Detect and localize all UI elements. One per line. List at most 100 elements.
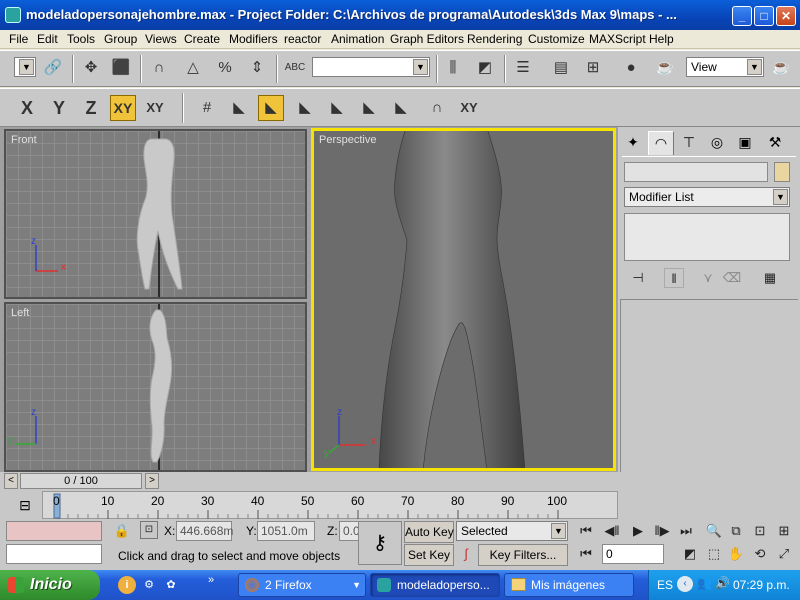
display-tab-icon[interactable]: ▣ <box>732 131 758 155</box>
zoom-extents-all-icon[interactable]: ⊞ <box>774 521 794 541</box>
menu-edit[interactable]: Edit <box>37 32 58 46</box>
object-name-field[interactable] <box>624 162 768 182</box>
app-quicklaunch-icon[interactable]: ✿ <box>162 576 180 594</box>
select-and-link-icon[interactable]: 🔗 <box>40 55 66 81</box>
3dsmax-app-icon[interactable] <box>5 7 21 23</box>
move-icon[interactable]: ✥ <box>78 55 104 81</box>
absolute-mode-icon[interactable]: ⊡ <box>140 521 158 539</box>
menu-reactor[interactable]: reactor <box>284 32 321 46</box>
snap-3d-icon[interactable]: ∩ <box>146 55 172 81</box>
zoom-all-icon[interactable]: ⧉ <box>726 521 746 541</box>
show-end-result-icon[interactable]: ‖ <box>664 268 684 288</box>
task-3dsmax[interactable]: modeladoperso... <box>370 573 500 597</box>
snap-midpoint-icon[interactable]: ◣ <box>324 95 350 121</box>
previous-frame-icon[interactable]: ◀‖ <box>602 521 622 541</box>
pin-stack-icon[interactable]: ⊣ <box>628 268 648 288</box>
create-tab-icon[interactable]: ✦ <box>620 131 646 155</box>
spinner-snap-icon[interactable]: ⇕ <box>244 55 270 81</box>
restrict-z-button[interactable]: Z <box>78 95 104 121</box>
menu-views[interactable]: Views <box>145 32 177 46</box>
zoom-extents-icon[interactable]: ⊡ <box>750 521 770 541</box>
restrict-y-button[interactable]: Y <box>46 95 72 121</box>
menu-file[interactable]: File <box>9 32 28 46</box>
y-coordinate-field[interactable]: 1051.0m <box>257 521 315 541</box>
maximize-button[interactable]: □ <box>754 6 774 26</box>
quicklaunch-more-icon[interactable]: » <box>208 574 214 586</box>
task-mis-imagenes[interactable]: Mis imágenes <box>504 573 634 597</box>
align-icon[interactable]: ◩ <box>472 55 498 81</box>
time-slider[interactable]: 0 / 100 <box>20 473 142 489</box>
menu-rendering[interactable]: Rendering <box>467 32 522 46</box>
menu-animation[interactable]: Animation <box>331 32 384 46</box>
arc-rotate-icon[interactable]: ⟲ <box>750 544 770 564</box>
make-unique-icon[interactable]: ⋎ <box>698 268 718 288</box>
current-frame-field[interactable]: 0 <box>602 544 664 564</box>
schematic-view-icon[interactable]: ⊞ <box>580 55 606 81</box>
default-tangents-icon[interactable]: ∫ <box>456 544 476 564</box>
slider-next-button[interactable]: > <box>145 473 159 489</box>
menu-tools[interactable]: Tools <box>67 32 95 46</box>
lock-selection-icon[interactable]: 🔒 <box>112 521 132 541</box>
front-viewport[interactable]: Front x z <box>4 129 307 299</box>
zoom-icon[interactable]: 🔍 <box>704 521 724 541</box>
configure-modifier-sets-icon[interactable]: ▦ <box>760 268 780 288</box>
task-firefox[interactable]: 2 Firefox ▼ <box>238 573 366 597</box>
modifier-stack-list[interactable] <box>624 213 790 261</box>
x-coordinate-field[interactable]: 446.668m <box>176 521 233 541</box>
slider-prev-button[interactable]: < <box>4 473 18 489</box>
snap-grid-icon[interactable]: # <box>194 95 220 121</box>
quick-render-icon[interactable]: ☕ <box>768 55 794 81</box>
pan-view-icon[interactable]: ✋ <box>726 544 746 564</box>
time-configuration-icon[interactable]: ◩ <box>680 544 700 564</box>
render-type-dropdown[interactable]: View ▼ <box>686 57 764 77</box>
menu-modifiers[interactable]: Modifiers <box>229 32 278 46</box>
close-button[interactable]: ✕ <box>776 6 796 26</box>
curve-editor-icon[interactable]: ▤ <box>548 55 574 81</box>
next-frame-icon[interactable]: ‖▶ <box>652 521 672 541</box>
menu-customize[interactable]: Customize <box>528 32 585 46</box>
named-selection-icon[interactable]: ABC <box>282 55 308 81</box>
auto-key-button[interactable]: Auto Key <box>404 521 454 543</box>
maxscript-input-mini[interactable] <box>6 544 102 564</box>
utilities-tab-icon[interactable]: ⚒ <box>762 131 788 155</box>
minimize-button[interactable]: _ <box>732 6 752 26</box>
restrict-xy-button[interactable]: XY <box>110 95 136 121</box>
maximize-viewport-icon[interactable]: ⤢ <box>774 544 794 564</box>
go-to-start-icon[interactable]: ⏮ <box>576 521 596 541</box>
messenger-icon[interactable]: 👥 <box>697 576 712 590</box>
menu-help[interactable]: Help <box>649 32 674 46</box>
motion-tab-icon[interactable]: ◎ <box>704 131 730 155</box>
region-zoom-icon[interactable]: ⬚ <box>704 544 724 564</box>
snap-edge-icon[interactable]: ◣ <box>356 95 382 121</box>
layer-manager-icon[interactable]: ☰ <box>510 55 536 81</box>
maxscript-listener-mini[interactable] <box>6 521 102 541</box>
angle-snap-icon[interactable]: △ <box>180 55 206 81</box>
key-mode-toggle-icon[interactable]: ⏮ <box>576 544 596 564</box>
render-scene-icon[interactable]: ☕ <box>652 55 678 81</box>
menu-graph-editors[interactable]: Graph Editors <box>390 32 464 46</box>
bind-space-warp-icon[interactable]: ⬛ <box>108 55 134 81</box>
hierarchy-tab-icon[interactable]: ⊤ <box>676 131 702 155</box>
mirror-icon[interactable]: ⫼ <box>440 55 466 81</box>
language-indicator[interactable]: ES <box>657 578 673 592</box>
object-color-swatch[interactable] <box>774 162 790 182</box>
track-bar[interactable]: 0 10 20 30 40 50 60 70 80 90 100 <box>42 491 618 519</box>
mini-curve-editor-icon[interactable]: ⊟ <box>14 494 36 516</box>
key-filters-button[interactable]: Key Filters... <box>478 544 568 566</box>
menu-group[interactable]: Group <box>104 32 137 46</box>
snap-endpoint-icon[interactable]: ◣ <box>292 95 318 121</box>
set-keys-mode-key-icon[interactable]: ⚷ <box>358 521 402 565</box>
info-quicklaunch-icon[interactable]: i <box>118 576 136 594</box>
clock[interactable]: 07:29 p.m. <box>733 578 790 592</box>
snap-face-icon[interactable]: ◣ <box>388 95 414 121</box>
tray-expand-icon[interactable]: ‹ <box>677 576 693 592</box>
restrict-x-button[interactable]: X <box>14 95 40 121</box>
named-selection-dropdown[interactable]: ▼ <box>312 57 430 77</box>
key-filter-mode-dropdown[interactable]: Selected ▼ <box>456 521 568 541</box>
z-coordinate-field[interactable]: 0.0 <box>339 521 359 541</box>
snap-pivot-icon[interactable]: ◣ <box>226 95 252 121</box>
snap-axis-xy-icon[interactable]: XY <box>456 95 482 121</box>
snap-toggle-icon[interactable]: ∩ <box>424 95 450 121</box>
toolbar-flyout-dropdown[interactable]: ▼ <box>14 57 36 77</box>
left-viewport[interactable]: Left z y <box>4 302 307 472</box>
